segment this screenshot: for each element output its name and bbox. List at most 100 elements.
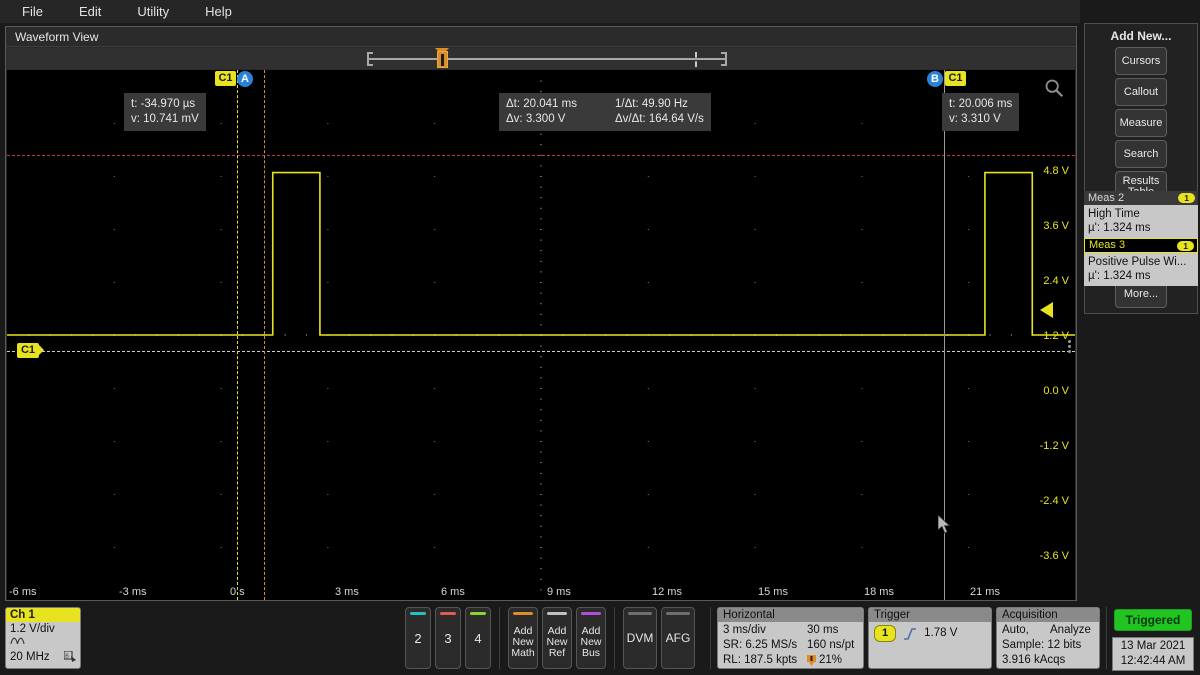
channel-2-label: 2 [414, 630, 422, 646]
meas2-name: High Time [1088, 208, 1140, 220]
cursor-a-handle-group[interactable]: C1 A [215, 71, 253, 91]
horizontal-cursor-white[interactable] [7, 351, 1075, 352]
cursor-delta-readout[interactable]: Δt: 20.041 ms 1/Δt: 49.90 Hz Δv: 3.300 V… [499, 93, 711, 131]
horizontal-settings-box[interactable]: Horizontal 3 ms/div 30 ms SR: 6.25 MS/s … [717, 607, 864, 669]
bottom-divider-4 [1106, 607, 1107, 669]
afg-label: AFG [665, 630, 691, 645]
cursor-b-handle-group[interactable]: B C1 [926, 71, 966, 91]
meas3-value: µ': 1.324 ms [1088, 270, 1151, 282]
dvm-button[interactable]: DVM [623, 607, 657, 669]
trigger-state-badge[interactable]: Triggered [1114, 609, 1192, 631]
x-axis-label-1: -3 ms [119, 586, 147, 598]
menu-item-help[interactable]: Help [191, 1, 246, 23]
meas2-body[interactable]: High Time µ': 1.324 ms [1084, 205, 1198, 238]
add-cursors-button[interactable]: Cursors [1115, 47, 1167, 75]
overview-bracket-right[interactable] [721, 52, 727, 66]
channel-1-bandwidth-row: 20 MHz B [6, 650, 80, 664]
bottom-divider-2 [614, 607, 615, 669]
acquisition-mode: Auto, [1002, 624, 1029, 636]
horizontal-title: Horizontal [718, 608, 863, 622]
acquisition-analyze: Analyze [1050, 624, 1091, 636]
add-new-bus-label: Add New Bus [580, 624, 602, 659]
add-new-math-label: Add New Math [511, 624, 535, 659]
meas2-source-pill: 1 [1178, 193, 1195, 203]
horizontal-cursor-red[interactable] [7, 155, 1075, 156]
bottom-status-bar: Ch 1 1.2 V/div 20 MHz B 2 3 4 Add New Ma… [0, 601, 1200, 675]
channel-1-coupling-icon [6, 636, 80, 650]
cursor-b-badge[interactable]: B [927, 71, 943, 87]
overview-handle[interactable] [437, 51, 448, 68]
channel-1-title: Ch 1 [6, 608, 80, 622]
acquisition-settings-box[interactable]: Acquisition Auto, Analyze Sample: 12 bit… [996, 607, 1100, 669]
magnifier-icon[interactable] [1043, 77, 1065, 99]
menu-item-edit[interactable]: Edit [65, 1, 115, 23]
channel-1-badge[interactable]: Ch 1 1.2 V/div 20 MHz B [5, 607, 81, 669]
add-measure-button[interactable]: Measure [1115, 109, 1167, 137]
overview-bracket-left[interactable] [367, 52, 373, 66]
x-axis-label-8: 18 ms [864, 586, 894, 598]
channel-2-button[interactable]: 2 [405, 607, 431, 669]
channel-2-color-bar [410, 612, 426, 615]
meas3-body[interactable]: Positive Pulse Wi... µ': 1.324 ms [1084, 253, 1198, 286]
measurement-badge-meas3[interactable]: Meas 3 1 Positive Pulse Wi... µ': 1.324 … [1084, 238, 1198, 286]
y-axis-label-4: 0.0 V [1043, 385, 1069, 397]
y-axis-label-7: -3.6 V [1039, 550, 1069, 562]
add-new-ref-button[interactable]: Add New Ref [542, 607, 572, 669]
x-axis-label-0: -6 ms [9, 586, 37, 598]
acquisition-sample: Sample: 12 bits [1002, 639, 1082, 651]
menu-bar: File Edit Utility Help [0, 0, 1080, 23]
add-new-bus-button[interactable]: Add New Bus [576, 607, 606, 669]
meas3-header[interactable]: Meas 3 1 [1084, 238, 1198, 253]
y-axis-label-1: 3.6 V [1043, 220, 1069, 232]
overview-bar [367, 58, 727, 60]
overview-strip[interactable] [7, 48, 1075, 69]
ac-coupling-icon [10, 637, 25, 644]
horizontal-record-length: RL: 187.5 kpts [723, 654, 798, 666]
meas2-title: Meas 2 [1088, 192, 1125, 204]
scroll-dots-icon[interactable] [1068, 338, 1073, 355]
menu-item-utility[interactable]: Utility [123, 1, 183, 23]
channel-4-color-bar [470, 612, 486, 615]
dvm-color-bar [628, 612, 652, 615]
trigger-settings-box[interactable]: Trigger 1 1.78 V [868, 607, 992, 669]
trigger-level: 1.78 V [924, 627, 958, 639]
add-callout-button[interactable]: Callout [1115, 78, 1167, 106]
x-axis-label-5: 9 ms [547, 586, 571, 598]
add-new-math-button[interactable]: Add New Math [508, 607, 538, 669]
rising-edge-icon[interactable] [903, 627, 917, 640]
waveform-view-panel: Waveform View C1 4.8 V 3.6 V 2.4 V 1.2 V… [5, 26, 1077, 601]
vertical-cursor-orange[interactable] [264, 70, 265, 600]
y-axis-label-0: 4.8 V [1043, 165, 1069, 177]
channel-3-button[interactable]: 3 [435, 607, 461, 669]
acquisition-acqs: 3.916 kAcqs [1002, 654, 1066, 666]
cursor-a-badge[interactable]: A [237, 71, 253, 87]
bottom-divider-3 [710, 607, 711, 669]
trigger-level-arrow[interactable] [1040, 302, 1053, 318]
cursor-a-channel-badge[interactable]: C1 [215, 71, 236, 86]
meas3-name: Positive Pulse Wi... [1088, 256, 1187, 268]
afg-color-bar [666, 612, 690, 615]
channel-1-ground-marker[interactable]: C1 [17, 343, 44, 358]
afg-button[interactable]: AFG [661, 607, 695, 669]
channel-3-color-bar [440, 612, 456, 615]
cursor-a-readout[interactable]: t: -34.970 µs v: 10.741 mV [124, 93, 206, 131]
meas2-header[interactable]: Meas 2 1 [1084, 191, 1198, 205]
probe-icon[interactable]: B [64, 651, 76, 662]
delta-v-over-delta-t: Δv/Δt: 164.64 V/s [615, 113, 704, 125]
graticule[interactable]: C1 4.8 V 3.6 V 2.4 V 1.2 V 0.0 V -1.2 V … [7, 70, 1075, 600]
menu-item-file[interactable]: File [8, 1, 57, 23]
y-axis-label-3: 1.2 V [1043, 330, 1069, 342]
dvm-label: DVM [626, 630, 654, 645]
vertical-cursor-a[interactable] [237, 70, 238, 600]
cursor-b-readout[interactable]: t: 20.006 ms v: 3.310 V [942, 93, 1020, 131]
channel-4-button[interactable]: 4 [465, 607, 491, 669]
trigger-position-icon [807, 655, 816, 666]
cursor-b-channel-badge[interactable]: C1 [945, 71, 966, 86]
cursor-b-voltage: v: 3.310 V [949, 113, 1001, 125]
measurement-badge-meas2[interactable]: Meas 2 1 High Time µ': 1.324 ms [1084, 191, 1198, 238]
add-search-button[interactable]: Search [1115, 140, 1167, 168]
horizontal-duration: 30 ms [807, 624, 839, 636]
trigger-source-badge[interactable]: 1 [874, 625, 897, 642]
channel-4-label: 4 [474, 630, 482, 646]
x-axis-label-7: 15 ms [758, 586, 788, 598]
